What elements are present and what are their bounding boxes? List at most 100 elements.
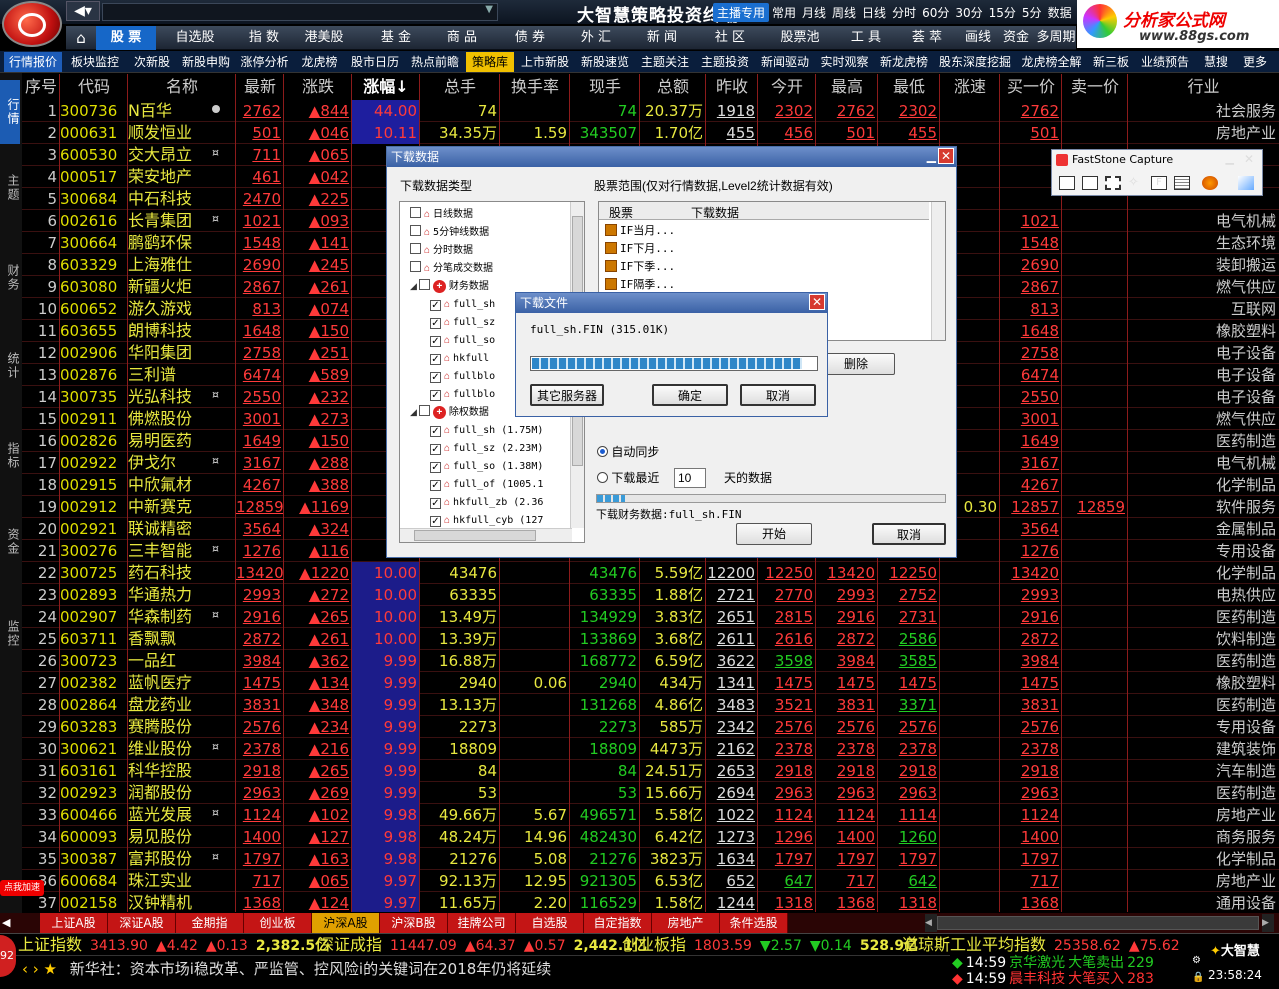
side-tab-1[interactable]: 主题 xyxy=(0,168,20,208)
menu-item-7[interactable]: 外 汇 xyxy=(566,26,626,50)
tree-item[interactable]: ✓ ⌂ full_so xyxy=(430,332,495,348)
bottom-tab-3[interactable]: 创业板 xyxy=(244,913,312,933)
bottom-tab-8[interactable]: 自定指数 xyxy=(584,913,652,933)
column-header-11[interactable]: 今开 xyxy=(758,74,816,100)
menu-item-8[interactable]: 新 闻 xyxy=(632,26,692,50)
checkbox[interactable]: ✓ xyxy=(430,462,441,473)
tab-21[interactable]: 更多 xyxy=(1238,52,1272,72)
scroll-right-icon[interactable]: ▶ xyxy=(1262,914,1274,932)
checkbox[interactable]: ✓ xyxy=(430,354,441,365)
menu-item-14[interactable]: 资金 xyxy=(998,26,1034,50)
delete-button[interactable]: 删除 xyxy=(817,353,895,375)
back-forward-button[interactable]: ◀▾ xyxy=(66,1,100,21)
checkbox[interactable]: ✓ xyxy=(430,498,441,509)
tab-19[interactable]: 业绩预告 xyxy=(1136,52,1194,72)
address-bar[interactable]: ▼ xyxy=(102,3,498,21)
tree-item[interactable]: ◢ + 除权数据 xyxy=(410,404,489,420)
table-row[interactable]: 34 600093 易见股份 1400 ▲127 9.98 48.24万 14.96 48243… xyxy=(22,826,1279,848)
table-row[interactable]: 29 603283 赛腾股份 2576 ▲234 9.99 2273 2273 585万 2342… xyxy=(22,716,1279,738)
checkbox[interactable]: ✓ xyxy=(430,516,441,527)
recent-days-input[interactable]: 10 xyxy=(674,468,706,488)
list-item[interactable]: IF下月... xyxy=(605,241,675,257)
bottom-tab-9[interactable]: 房地产 xyxy=(652,913,720,933)
minimize-icon[interactable]: ▁ xyxy=(1226,152,1234,165)
column-header-8[interactable]: 现手 xyxy=(570,74,640,100)
index-ticker-item[interactable]: 上证指数 3413.90 ▲4.42 ▲0.13 2,382.5亿 xyxy=(18,934,329,957)
table-row[interactable]: 31 603161 科华控股 2918 ▲265 9.99 84 84 24.51万 2653 29… xyxy=(22,760,1279,782)
checkbox[interactable] xyxy=(418,279,430,290)
lock-icon[interactable]: 🔒 xyxy=(1192,972,1204,984)
bottom-tab-0[interactable]: 上证A股 xyxy=(40,913,108,933)
tree-item[interactable]: ✓ ⌂ full_sh (1.75M) xyxy=(430,422,543,438)
flash-news-item[interactable]: ◆ 14:59 京华激光 大笔卖出 229 xyxy=(952,955,1154,971)
tab-16[interactable]: 股东深度挖掘 xyxy=(935,52,1015,72)
side-tab-6[interactable]: 监控 xyxy=(0,614,20,654)
tab-17[interactable]: 龙虎榜全解 xyxy=(1017,52,1086,72)
tab-14[interactable]: 实时观察 xyxy=(816,52,873,72)
cancel-button[interactable]: 取消 xyxy=(872,523,946,545)
column-header-17[interactable]: 行业 xyxy=(1128,74,1279,100)
list-header-stock[interactable]: 股票 xyxy=(609,204,633,221)
table-row[interactable]: 1 300736 N百华 2762 ▲844 44.00 74 74 20.37万 1918 230… xyxy=(22,100,1279,122)
home-icon[interactable]: ⌂ xyxy=(66,26,96,50)
table-row[interactable]: 28 002864 盘龙药业 3831 ▲348 9.99 13.13万 131268 4.86… xyxy=(22,694,1279,716)
app-logo-icon[interactable] xyxy=(2,1,62,47)
tree-hscrollbar[interactable] xyxy=(400,528,572,542)
table-row[interactable]: 26 300723 一品红 3984 ▲362 9.99 16.88万 168772 6.59亿… xyxy=(22,650,1279,672)
table-row[interactable]: 35 300387 富邦股份 ¤ 1797 ▲163 9.98 21276 5.08 21276 3… xyxy=(22,848,1279,870)
checkbox[interactable] xyxy=(410,207,421,218)
menu-item-4[interactable]: 基 金 xyxy=(366,26,426,50)
other-server-button[interactable]: 其它服务器 xyxy=(530,384,604,406)
period-9[interactable]: 数据 xyxy=(1048,6,1072,20)
close-icon[interactable]: ✕ xyxy=(809,294,825,310)
tree-item[interactable]: ✓ ⌂ fullblo xyxy=(430,368,495,384)
period-7[interactable]: 15分 xyxy=(989,6,1016,20)
side-tab-0[interactable]: 行情 xyxy=(0,80,20,144)
bottom-tab-2[interactable]: 金期指 xyxy=(176,913,244,933)
column-header-1[interactable]: 代码 xyxy=(60,74,128,100)
checkbox[interactable] xyxy=(410,243,421,254)
menu-item-9[interactable]: 社 区 xyxy=(700,26,760,50)
checkbox[interactable] xyxy=(418,405,430,416)
settings-icon[interactable] xyxy=(1238,176,1254,190)
menu-item-11[interactable]: 工 具 xyxy=(838,26,894,50)
menu-item-2[interactable]: 指 数 xyxy=(234,26,294,50)
checkbox[interactable]: ✓ xyxy=(430,390,441,401)
speed-up-badge[interactable]: 点我加速 xyxy=(0,880,44,896)
tab-15[interactable]: 新龙虎榜 xyxy=(875,52,933,72)
index-ticker-item[interactable]: 深证成指 11447.09 ▲64.37 ▲0.57 2,442.1亿 xyxy=(318,934,647,957)
table-row[interactable]: 2 000631 顺发恒业 501 ▲046 10.11 34.35万 1.59 343507 1… xyxy=(22,122,1279,144)
minimize-icon[interactable]: ▁ xyxy=(927,149,936,163)
menu-item-12[interactable]: 荟 萃 xyxy=(902,26,952,50)
chevron-down-icon[interactable]: ▼ xyxy=(485,4,493,15)
column-header-14[interactable]: 涨速 xyxy=(940,74,1000,100)
side-tab-3[interactable]: 统计 xyxy=(0,346,20,386)
menu-item-3[interactable]: 港美股 xyxy=(294,26,354,50)
menu-item-13[interactable]: 画线 xyxy=(960,26,996,50)
tree-item[interactable]: ✓ ⌂ full_sh xyxy=(430,296,495,312)
column-header-12[interactable]: 最高 xyxy=(816,74,878,100)
capture-window-icon[interactable] xyxy=(1059,176,1075,190)
period-5[interactable]: 60分 xyxy=(922,6,949,20)
tree-item[interactable]: ◢ + 财务数据 xyxy=(410,278,489,294)
column-header-10[interactable]: 昨收 xyxy=(706,74,758,100)
list-item[interactable]: IF隔季... xyxy=(605,277,675,293)
tree-item[interactable]: ✓ ⌂ full_so (1.38M) xyxy=(430,458,543,474)
checkbox[interactable]: ✓ xyxy=(430,318,441,329)
list-item[interactable]: IF当月... xyxy=(605,223,675,239)
checkbox[interactable]: ✓ xyxy=(430,372,441,383)
tree-item[interactable]: ✓ ⌂ full_of (1005.1 xyxy=(430,476,543,492)
side-tab-4[interactable]: 指标 xyxy=(0,436,20,476)
table-row[interactable]: 27 002382 蓝帆医疗 1475 ▲134 9.99 2940 0.06 2940 434万… xyxy=(22,672,1279,694)
checkbox[interactable] xyxy=(410,261,421,272)
column-header-2[interactable]: 名称 xyxy=(128,74,236,100)
table-row[interactable]: 36 600684 珠江实业 717 ▲065 9.97 92.13万 12.95 921305… xyxy=(22,870,1279,892)
tab-scroll-left-icon[interactable]: ◀ xyxy=(2,913,22,933)
column-header-9[interactable]: 总额 xyxy=(640,74,706,100)
tab-18[interactable]: 新三板 xyxy=(1088,52,1134,72)
column-header-16[interactable]: 卖一价 xyxy=(1062,74,1128,100)
checkbox[interactable]: ✓ xyxy=(430,336,441,347)
tree-item[interactable]: ✓ ⌂ fullblo xyxy=(430,386,495,402)
tab-12[interactable]: 主题投资 xyxy=(696,52,754,72)
flash-news-item[interactable]: ◆ 14:59 晨丰科技 大笔买入 283 xyxy=(952,971,1154,987)
